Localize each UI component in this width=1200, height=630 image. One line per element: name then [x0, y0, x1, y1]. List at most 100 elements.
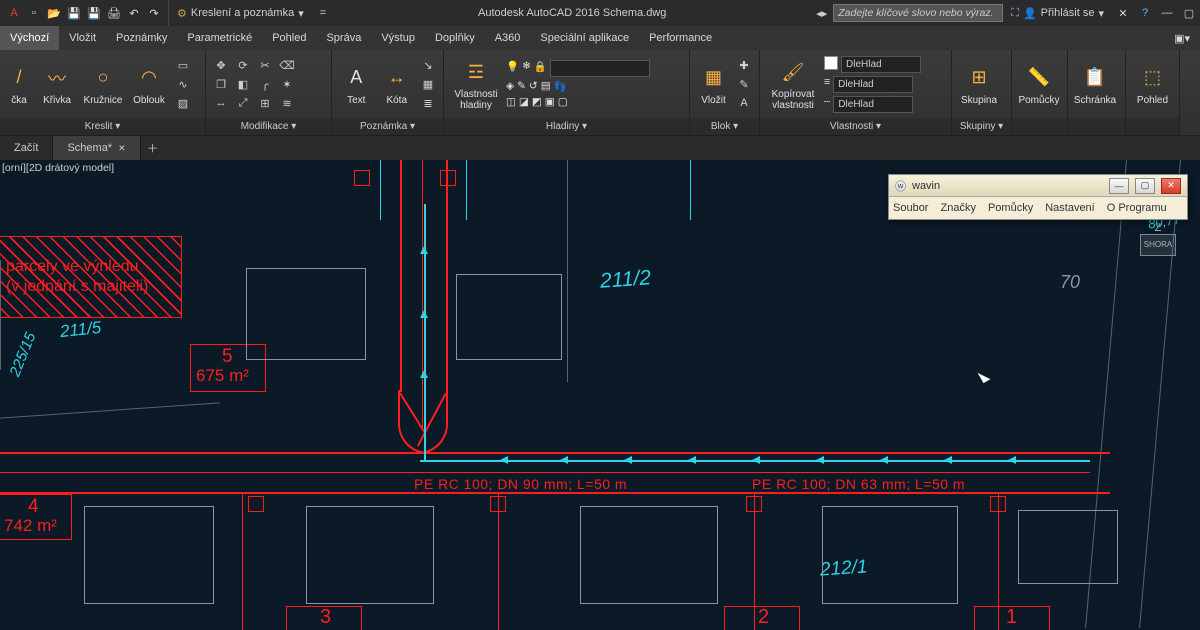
create-block-icon[interactable]: ✚	[735, 57, 753, 73]
wavin-menu-soubor[interactable]: Soubor	[893, 202, 928, 214]
tab-doplnky[interactable]: Doplňky	[425, 26, 485, 50]
layer-icon[interactable]: ◫	[506, 96, 516, 108]
tab-vystup[interactable]: Výstup	[371, 26, 425, 50]
saveas-icon[interactable]: 💾	[86, 5, 102, 21]
layer-icon[interactable]: ▣	[545, 96, 555, 108]
tab-parametricke[interactable]: Parametrické	[177, 26, 262, 50]
save-icon[interactable]: 💾	[66, 5, 82, 21]
circle-button[interactable]: ○Kružnice	[82, 63, 124, 106]
edit-block-icon[interactable]: ✎	[735, 76, 753, 92]
layer-lock-icon[interactable]: 🔒	[534, 60, 547, 77]
offset-icon[interactable]: ≋	[278, 95, 296, 111]
drawing-canvas[interactable]: [orní][2D drátový model] parcely ve výhl…	[0, 160, 1200, 630]
copy-icon[interactable]: ❐	[212, 76, 230, 92]
rotate-icon[interactable]: ⟳	[234, 57, 252, 73]
table-icon[interactable]: ▦	[419, 76, 437, 92]
move-icon[interactable]: ✥	[212, 57, 230, 73]
match-properties-button[interactable]: 🖌Kopírovat vlastnosti	[766, 57, 820, 111]
linetype-icon[interactable]: ┄	[824, 96, 830, 113]
minimize-icon[interactable]: —	[1156, 0, 1178, 26]
panel-modify-title[interactable]: Modifikace ▾	[206, 118, 331, 135]
rect-icon[interactable]: ▭	[174, 57, 192, 73]
new-icon[interactable]: ▫	[26, 5, 42, 21]
add-tab-button[interactable]: ＋	[141, 140, 165, 156]
trim-icon[interactable]: ✂	[256, 57, 274, 73]
array-icon[interactable]: ⊞	[256, 95, 274, 111]
tab-pohled[interactable]: Pohled	[262, 26, 316, 50]
layer-icon[interactable]: ◩	[532, 96, 542, 108]
help-icon[interactable]: ?	[1134, 0, 1156, 26]
layer-freeze-icon[interactable]: ❄	[522, 60, 531, 77]
context-label[interactable]: [orní][2D drátový model]	[2, 162, 114, 174]
spline-icon[interactable]: ∿	[174, 76, 192, 92]
tab-a360[interactable]: A360	[485, 26, 531, 50]
panel-groups-title[interactable]: Skupiny ▾	[952, 118, 1011, 135]
undo-icon[interactable]: ↶	[126, 5, 142, 21]
layer-dropdown[interactable]	[550, 60, 650, 77]
close-icon[interactable]: ✕	[118, 143, 126, 154]
tab-poznamky[interactable]: Poznámky	[106, 26, 177, 50]
color-swatch-icon[interactable]	[824, 56, 838, 70]
polyline-button[interactable]: 〰Křivka	[36, 63, 78, 106]
layer-properties-button[interactable]: ☲Vlastnosti hladiny	[450, 57, 502, 111]
wavin-menu-oprogramu[interactable]: O Programu	[1107, 202, 1167, 214]
dimension-button[interactable]: ↔Kóta	[379, 63, 416, 106]
tab-schema[interactable]: Schema*✕	[53, 136, 140, 160]
attr-icon[interactable]: A	[735, 95, 753, 111]
layer-walk-icon[interactable]: 👣	[554, 80, 567, 93]
tab-start[interactable]: Začít	[0, 136, 53, 160]
close-icon[interactable]: ✕	[1161, 178, 1181, 194]
help-search-input[interactable]: Zadejte klíčové slovo nebo výraz.	[833, 4, 1003, 22]
explode-icon[interactable]: ✶	[278, 76, 296, 92]
app-menu-icon[interactable]: A	[6, 5, 22, 21]
redo-icon[interactable]: ↷	[146, 5, 162, 21]
wavin-menu-nastaveni[interactable]: Nastavení	[1045, 202, 1095, 214]
resize-grip-icon[interactable]: ◂▸	[810, 7, 833, 20]
viewcube[interactable]: Z SHORA	[1140, 222, 1176, 256]
wavin-window[interactable]: ⓦ wavin — ▢ ✕ Soubor Značky Pomůcky Nast…	[888, 174, 1188, 220]
erase-icon[interactable]: ⌫	[278, 57, 296, 73]
linetype-dropdown[interactable]: DleHlad	[833, 96, 913, 113]
leader-icon[interactable]: ↘	[419, 57, 437, 73]
minimize-icon[interactable]: —	[1109, 178, 1129, 194]
hatch-icon[interactable]: ▨	[174, 95, 192, 111]
tab-sprava[interactable]: Správa	[316, 26, 371, 50]
insert-block-button[interactable]: ▦Vložit	[696, 63, 731, 106]
panel-annot-title[interactable]: Poznámka ▾	[332, 118, 443, 135]
wavin-menu-pomucky[interactable]: Pomůcky	[988, 202, 1033, 214]
panel-props-title[interactable]: Vlastnosti ▾	[760, 118, 951, 135]
view-button[interactable]: ⬚Pohled	[1132, 63, 1173, 106]
workspace-dropdown[interactable]: ⚙ Kreslení a poznámka ▾ =	[168, 0, 334, 26]
tab-vychozi[interactable]: Výchozí	[0, 26, 59, 50]
tab-specialni[interactable]: Speciální aplikace	[530, 26, 639, 50]
viewcube-top[interactable]: SHORA	[1140, 234, 1176, 256]
layer-match-icon[interactable]: ✎	[517, 80, 526, 93]
login-area[interactable]: ⛶ 👤 Přihlásit se ▾	[1003, 7, 1112, 20]
tab-performance[interactable]: Performance	[639, 26, 722, 50]
panel-block-title[interactable]: Blok ▾	[690, 118, 759, 135]
arc-button[interactable]: ◠Oblouk	[128, 63, 170, 106]
exchange-icon[interactable]: ✕	[1112, 0, 1134, 26]
color-dropdown[interactable]: DleHlad	[841, 56, 921, 73]
tab-vlozit[interactable]: Vložit	[59, 26, 106, 50]
lineweight-icon[interactable]: ≡	[824, 76, 830, 93]
wavin-titlebar[interactable]: ⓦ wavin — ▢ ✕	[889, 175, 1187, 197]
ribbon-collapse-icon[interactable]: ▣▾	[1164, 26, 1200, 50]
layer-state-icon[interactable]: ▤	[541, 80, 551, 93]
fillet-icon[interactable]: ╭	[256, 76, 274, 92]
open-icon[interactable]: 📂	[46, 5, 62, 21]
clipboard-button[interactable]: 📋Schránka	[1074, 63, 1116, 106]
utilities-button[interactable]: 📏Pomůcky	[1018, 63, 1060, 106]
mirror-icon[interactable]: ◧	[234, 76, 252, 92]
panel-layers-title[interactable]: Hladiny ▾	[444, 118, 689, 135]
group-button[interactable]: ⊞Skupina	[958, 63, 1000, 106]
maximize-icon[interactable]: ▢	[1135, 178, 1155, 194]
text-button[interactable]: AText	[338, 63, 375, 106]
layer-icon[interactable]: ▢	[558, 96, 568, 108]
stretch-icon[interactable]: ↔	[212, 95, 230, 111]
line-button[interactable]: /čka	[6, 63, 32, 106]
wavin-menu-znacky[interactable]: Značky	[940, 202, 975, 214]
mtext-icon[interactable]: ≣	[419, 95, 437, 111]
panel-draw-title[interactable]: Kreslit ▾	[0, 118, 205, 135]
layer-iso-icon[interactable]: ◈	[506, 80, 514, 93]
